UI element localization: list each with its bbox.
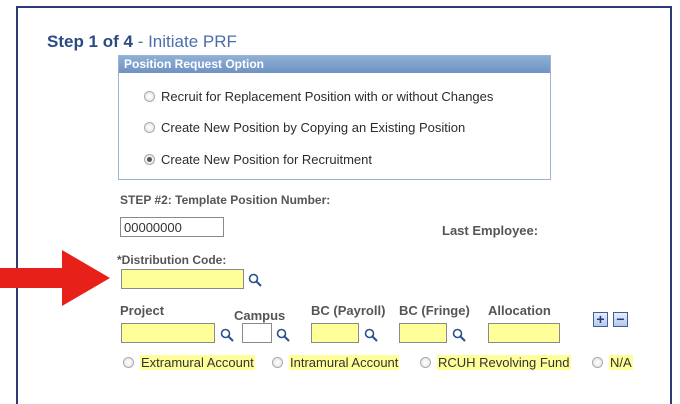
- step-name: - Initiate PRF: [132, 32, 237, 51]
- lookup-icon[interactable]: [452, 328, 466, 342]
- account-label: Intramural Account: [289, 355, 400, 370]
- option-label: Create New Position by Copying an Existi…: [161, 120, 466, 135]
- option-copy-existing[interactable]: Create New Position by Copying an Existi…: [144, 120, 465, 135]
- radio-button[interactable]: [592, 357, 603, 368]
- campus-label: Campus: [234, 308, 286, 323]
- allocation-input[interactable]: [488, 323, 560, 343]
- radio-button[interactable]: [144, 122, 155, 133]
- lookup-icon[interactable]: [276, 328, 290, 342]
- red-arrow-icon: [0, 250, 110, 306]
- allocation-label: Allocation: [488, 303, 551, 318]
- distribution-code-label: *Distribution Code:: [117, 253, 227, 267]
- account-label: Extramural Account: [140, 355, 255, 370]
- account-label: RCUH Revolving Fund: [437, 355, 571, 370]
- bc-fringe-label: BC (Fringe): [399, 303, 470, 318]
- option-new-recruitment[interactable]: Create New Position for Recruitment: [144, 152, 372, 167]
- last-employee-label: Last Employee:: [442, 223, 539, 238]
- account-option-rcuh[interactable]: RCUH Revolving Fund: [420, 355, 571, 370]
- bc-payroll-label: BC (Payroll): [311, 303, 386, 318]
- lookup-icon[interactable]: [248, 273, 262, 287]
- account-option-extramural[interactable]: Extramural Account: [123, 355, 255, 370]
- radio-button[interactable]: [420, 357, 431, 368]
- step-label: Step 1 of 4: [47, 32, 133, 51]
- radio-button[interactable]: [272, 357, 283, 368]
- radio-button-selected[interactable]: [144, 154, 155, 165]
- add-row-button[interactable]: +: [593, 312, 608, 327]
- account-label: N/A: [609, 355, 633, 370]
- radio-button[interactable]: [144, 91, 155, 102]
- lookup-icon[interactable]: [364, 328, 378, 342]
- radio-button[interactable]: [123, 357, 134, 368]
- option-label: Recruit for Replacement Position with or…: [161, 89, 494, 104]
- project-input[interactable]: [121, 323, 215, 343]
- project-label: Project: [120, 303, 165, 318]
- option-recruit-replacement[interactable]: Recruit for Replacement Position with or…: [144, 89, 493, 104]
- distribution-code-input[interactable]: [121, 269, 244, 289]
- template-position-label: STEP #2: Template Position Number:: [120, 193, 331, 207]
- account-option-na[interactable]: N/A: [592, 355, 633, 370]
- lookup-icon[interactable]: [220, 328, 234, 342]
- remove-row-button[interactable]: −: [613, 312, 628, 327]
- account-option-intramural[interactable]: Intramural Account: [272, 355, 400, 370]
- campus-input[interactable]: [242, 323, 272, 343]
- bc-fringe-input[interactable]: [399, 323, 447, 343]
- page-title: Step 1 of 4 - Initiate PRF: [47, 32, 237, 52]
- position-request-group: Position Request Option Recruit for Repl…: [118, 55, 551, 180]
- bc-payroll-input[interactable]: [311, 323, 359, 343]
- template-position-input[interactable]: [120, 217, 224, 237]
- group-header: Position Request Option: [119, 56, 550, 73]
- option-label: Create New Position for Recruitment: [161, 152, 372, 167]
